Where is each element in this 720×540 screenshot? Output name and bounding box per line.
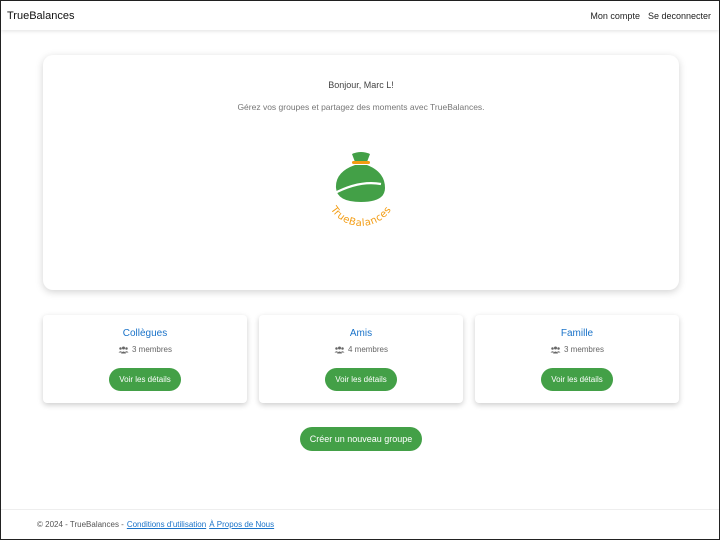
member-count: 3 membres (43, 345, 247, 354)
users-icon (118, 346, 129, 353)
logout-link[interactable]: Se deconnecter (648, 11, 711, 21)
greeting: Bonjour, Marc L! (328, 80, 394, 90)
group-title[interactable]: Famille (475, 328, 679, 339)
users-icon (334, 346, 345, 353)
subtitle: Gérez vos groupes et partagez des moment… (237, 102, 485, 112)
money-bag-icon: TrueBalances (327, 152, 393, 229)
view-details-button[interactable]: Voir les détails (541, 368, 613, 391)
group-title[interactable]: Collègues (43, 328, 247, 339)
group-cards: Collègues 3 membres Voir les détails Ami… (43, 315, 679, 403)
group-title[interactable]: Amis (259, 328, 463, 339)
group-card-famille: Famille 3 membres Voir les détails (475, 315, 679, 403)
svg-text:TrueBalances: TrueBalances (327, 204, 393, 229)
member-count-text: 3 membres (131, 345, 172, 354)
create-group-button[interactable]: Créer un nouveau groupe (300, 427, 422, 451)
my-account-link[interactable]: Mon compte (590, 11, 640, 21)
member-count: 3 membres (475, 345, 679, 354)
view-details-button[interactable]: Voir les détails (109, 368, 181, 391)
navbar: TrueBalances Mon compte Se deconnecter (1, 1, 719, 30)
group-card-amis: Amis 4 membres Voir les détails (259, 315, 463, 403)
member-count-text: 4 membres (347, 345, 388, 354)
member-count: 4 membres (259, 345, 463, 354)
group-card-collegues: Collègues 3 membres Voir les détails (43, 315, 247, 403)
terms-link[interactable]: Conditions d'utilisation (127, 520, 206, 529)
view-details-button[interactable]: Voir les détails (325, 368, 397, 391)
welcome-card: Bonjour, Marc L! Gérez vos groupes et pa… (43, 55, 679, 290)
member-count-text: 3 membres (563, 345, 604, 354)
copyright-text: © 2024 - TrueBalances - (37, 520, 124, 529)
logo-text: TrueBalances (327, 204, 393, 229)
users-icon (550, 346, 561, 353)
about-link[interactable]: À Propos de Nous (209, 520, 274, 529)
footer: © 2024 - TrueBalances - Conditions d'uti… (1, 509, 719, 539)
nav-links: Mon compte Se deconnecter (590, 11, 711, 21)
brand-link[interactable]: TrueBalances (7, 10, 74, 22)
